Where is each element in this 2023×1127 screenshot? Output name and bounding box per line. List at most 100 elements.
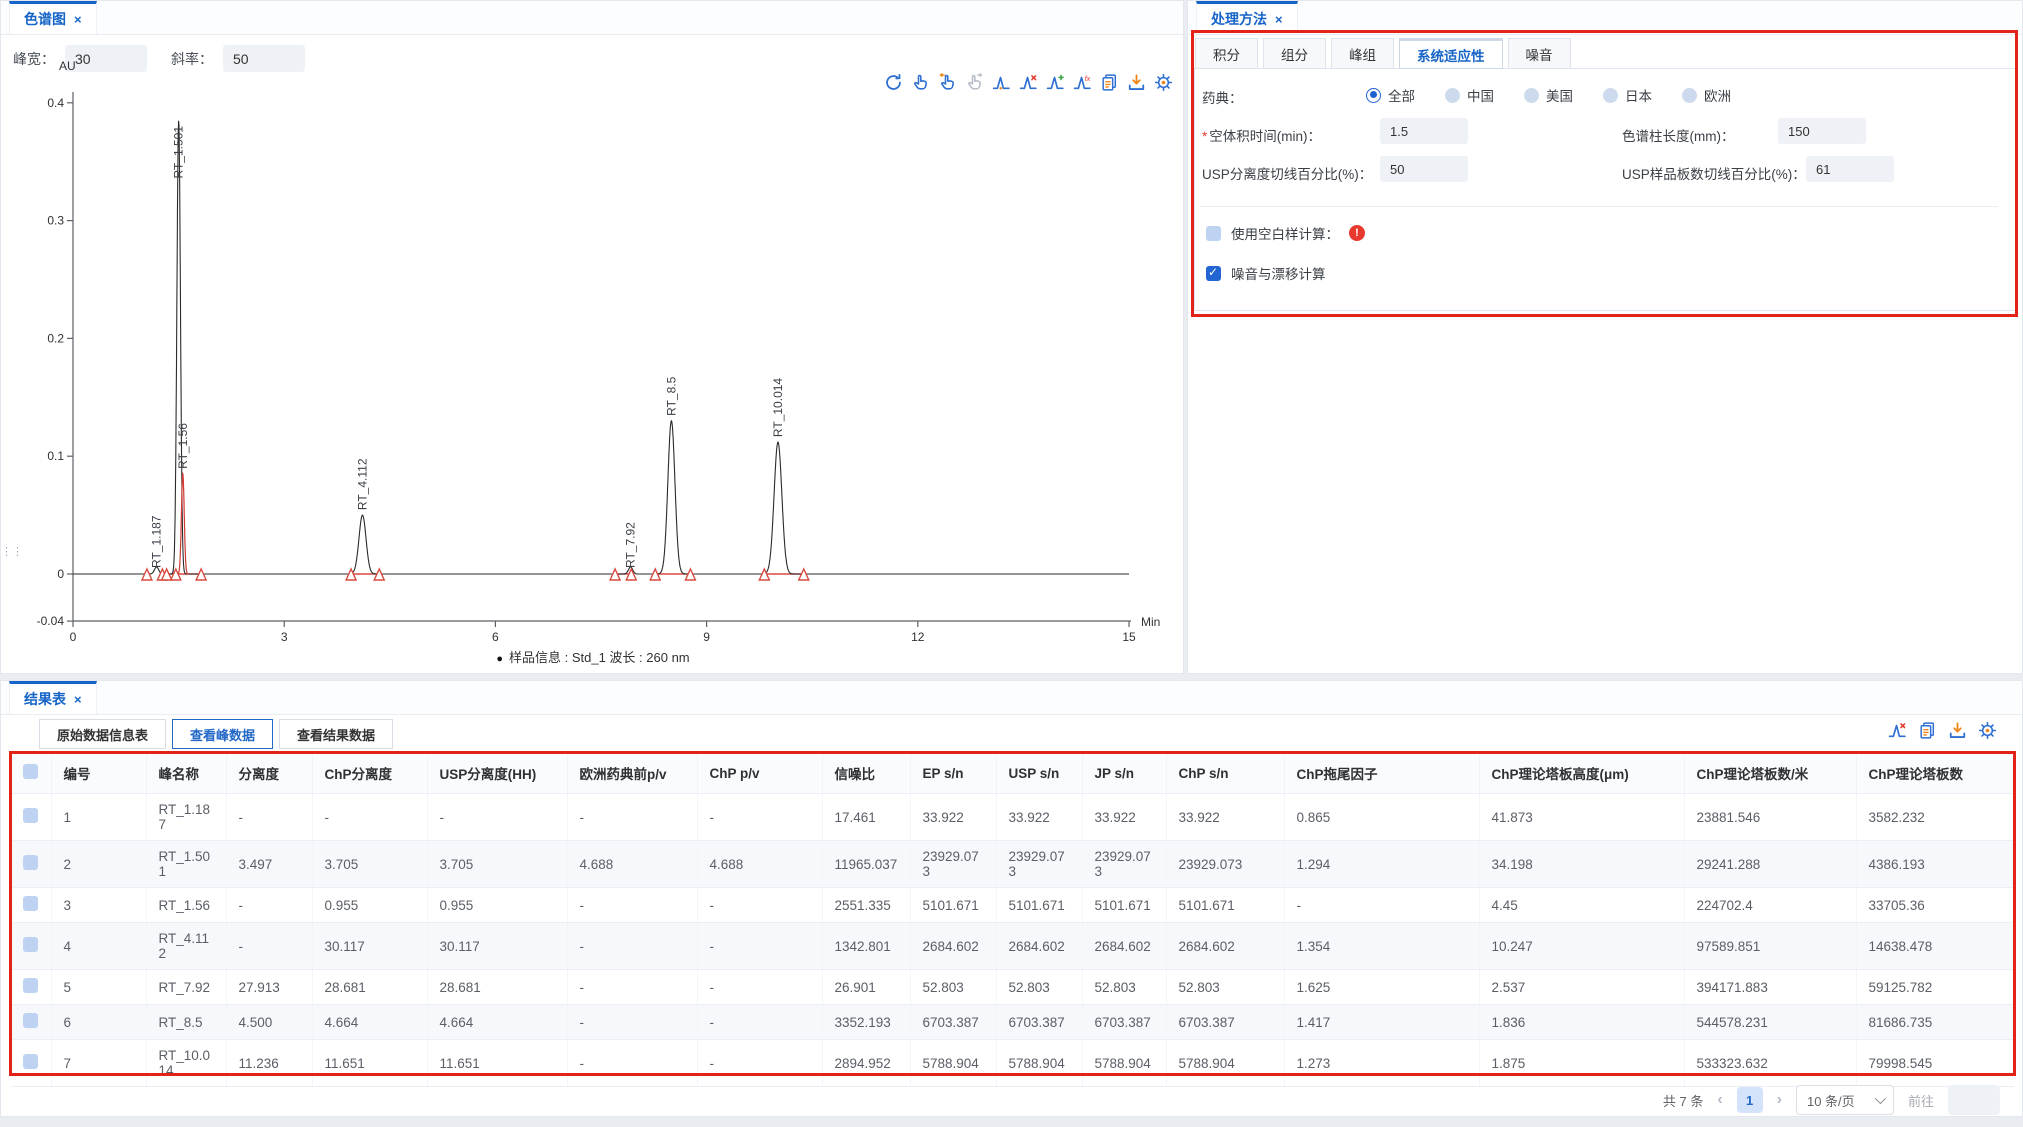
table-cell: 52.803 xyxy=(1166,970,1284,1005)
method-tab-0[interactable]: 积分 xyxy=(1195,38,1258,69)
pointer-icon[interactable] xyxy=(911,73,930,92)
close-icon[interactable]: × xyxy=(1275,13,1283,26)
row-checkbox[interactable] xyxy=(23,1054,38,1069)
table-cell: 33.922 xyxy=(996,794,1082,841)
tab-chromatogram[interactable]: 色谱图 × xyxy=(9,1,97,34)
blank-calc-checkbox[interactable] xyxy=(1206,226,1221,241)
table-cell: 3582.232 xyxy=(1856,794,2014,841)
table-row[interactable]: 6RT_8.54.5004.6644.664--3352.1936703.387… xyxy=(11,1005,2014,1040)
chevron-down-icon xyxy=(1875,1093,1886,1104)
radio-icon[interactable] xyxy=(1524,88,1539,103)
pharmacopoeia-option-1[interactable]: 中国 xyxy=(1445,85,1494,105)
required-star: * xyxy=(1202,129,1207,144)
table-cell: 7 xyxy=(51,1040,146,1087)
row-checkbox[interactable] xyxy=(23,896,38,911)
results-tab-2[interactable]: 查看结果数据 xyxy=(279,719,393,749)
copy-icon[interactable] xyxy=(1100,73,1119,92)
settings-icon[interactable] xyxy=(1978,721,1997,740)
column-header-15: ChP理论塔板数 xyxy=(1856,753,2014,794)
table-cell: - xyxy=(1284,888,1479,923)
radio-icon[interactable] xyxy=(1366,88,1381,103)
pharmacopoeia-option-4[interactable]: 欧洲 xyxy=(1682,85,1731,105)
radio-icon[interactable] xyxy=(1682,88,1697,103)
peak-icon[interactable] xyxy=(992,73,1011,92)
peak-fx-icon[interactable]: fx xyxy=(1073,73,1092,92)
noise-drift-checkbox[interactable] xyxy=(1206,266,1221,281)
close-icon[interactable]: × xyxy=(74,13,82,26)
method-tab-3[interactable]: 系统适应性 xyxy=(1399,38,1503,69)
void-time-input[interactable] xyxy=(1380,118,1468,144)
pharmacopoeia-options: 全部 中国 美国 日本 欧洲 xyxy=(1366,85,1731,105)
download-icon[interactable] xyxy=(1948,721,1967,740)
next-page-button[interactable]: › xyxy=(1777,1091,1782,1109)
pharmacopoeia-option-3[interactable]: 日本 xyxy=(1603,85,1652,105)
refresh-icon[interactable] xyxy=(884,73,903,92)
row-checkbox[interactable] xyxy=(23,808,38,823)
y-tick-label: 0.4 xyxy=(47,96,64,110)
chromatogram-chart[interactable]: AU0.40.30.20.10-0.0403691215MinRT_1.187R… xyxy=(1,56,1185,656)
table-row[interactable]: 5RT_7.9227.91328.68128.681--26.90152.803… xyxy=(11,970,2014,1005)
pharmacopoeia-option-0[interactable]: 全部 xyxy=(1366,85,1415,105)
panel-drag-handle[interactable]: ⋮⋮ xyxy=(1,549,9,555)
tab-method[interactable]: 处理方法 × xyxy=(1196,1,1298,34)
usp-resolution-input[interactable] xyxy=(1380,156,1468,182)
column-header-7: 信噪比 xyxy=(822,753,910,794)
copy-icon[interactable] xyxy=(1918,721,1937,740)
results-tab-0[interactable]: 原始数据信息表 xyxy=(39,719,166,749)
radio-icon[interactable] xyxy=(1445,88,1460,103)
table-row[interactable]: 7RT_10.01411.23611.65111.651--2894.95257… xyxy=(11,1040,2014,1087)
table-row[interactable]: 2RT_1.5013.4973.7053.7054.6884.68811965.… xyxy=(11,841,2014,888)
radio-icon[interactable] xyxy=(1603,88,1618,103)
pointer-undo-icon[interactable] xyxy=(938,73,957,92)
table-cell: - xyxy=(567,1005,697,1040)
download-icon[interactable] xyxy=(1127,73,1146,92)
peak-delete-icon[interactable] xyxy=(1888,721,1907,740)
settings-icon[interactable] xyxy=(1154,73,1173,92)
table-cell: 4.500 xyxy=(226,1005,312,1040)
results-tab-1[interactable]: 查看峰数据 xyxy=(172,719,273,749)
table-row[interactable]: 4RT_4.112-30.11730.117--1342.8012684.602… xyxy=(11,923,2014,970)
x-tick-label: 15 xyxy=(1122,630,1136,644)
method-tab-1[interactable]: 组分 xyxy=(1263,38,1326,69)
method-tab-4[interactable]: 噪音 xyxy=(1508,38,1571,69)
page-size-select[interactable]: 10 条/页 xyxy=(1796,1085,1894,1115)
prev-page-button[interactable]: ‹ xyxy=(1717,1091,1722,1109)
row-checkbox[interactable] xyxy=(23,978,38,993)
select-all-checkbox[interactable] xyxy=(23,764,38,779)
close-icon[interactable]: × xyxy=(74,693,82,706)
radio-label: 全部 xyxy=(1388,85,1415,105)
y-tick-label: 0 xyxy=(57,567,64,581)
table-cell: 0.865 xyxy=(1284,794,1479,841)
table-cell: 52.803 xyxy=(1082,970,1166,1005)
table-cell: - xyxy=(697,888,822,923)
table-cell: 11.651 xyxy=(312,1040,427,1087)
peak-add-icon[interactable] xyxy=(1046,73,1065,92)
peak-delete-icon[interactable] xyxy=(1019,73,1038,92)
table-cell: 4.664 xyxy=(312,1005,427,1040)
method-tab-2[interactable]: 峰组 xyxy=(1331,38,1394,69)
peak-label: RT_1.187 xyxy=(150,515,164,568)
table-cell: RT_1.501 xyxy=(146,841,226,888)
table-cell: 14638.478 xyxy=(1856,923,2014,970)
row-checkbox[interactable] xyxy=(23,937,38,952)
table-cell: 1.417 xyxy=(1284,1005,1479,1040)
pointer-redo-icon[interactable] xyxy=(965,73,984,92)
goto-page-input[interactable] xyxy=(1948,1085,2000,1115)
column-length-input[interactable] xyxy=(1778,118,1866,144)
usp-plate-input[interactable] xyxy=(1806,156,1894,182)
table-cell: 0.955 xyxy=(427,888,567,923)
sample-dot-icon: ● xyxy=(496,653,503,665)
page-number-button[interactable]: 1 xyxy=(1737,1087,1763,1113)
x-tick-label: 6 xyxy=(492,630,499,644)
x-tick-label: 0 xyxy=(70,630,77,644)
radio-label: 中国 xyxy=(1467,85,1494,105)
table-row[interactable]: 3RT_1.56-0.9550.955--2551.3355101.671510… xyxy=(11,888,2014,923)
pharmacopoeia-label: 药典： xyxy=(1202,87,1243,107)
chart-toolbar: fx xyxy=(884,73,1173,92)
pharmacopoeia-option-2[interactable]: 美国 xyxy=(1524,85,1573,105)
table-row[interactable]: 1RT_1.187-----17.46133.92233.92233.92233… xyxy=(11,794,2014,841)
row-checkbox[interactable] xyxy=(23,855,38,870)
row-checkbox[interactable] xyxy=(23,1013,38,1028)
tab-results[interactable]: 结果表 × xyxy=(9,681,97,714)
radio-label: 日本 xyxy=(1625,85,1652,105)
